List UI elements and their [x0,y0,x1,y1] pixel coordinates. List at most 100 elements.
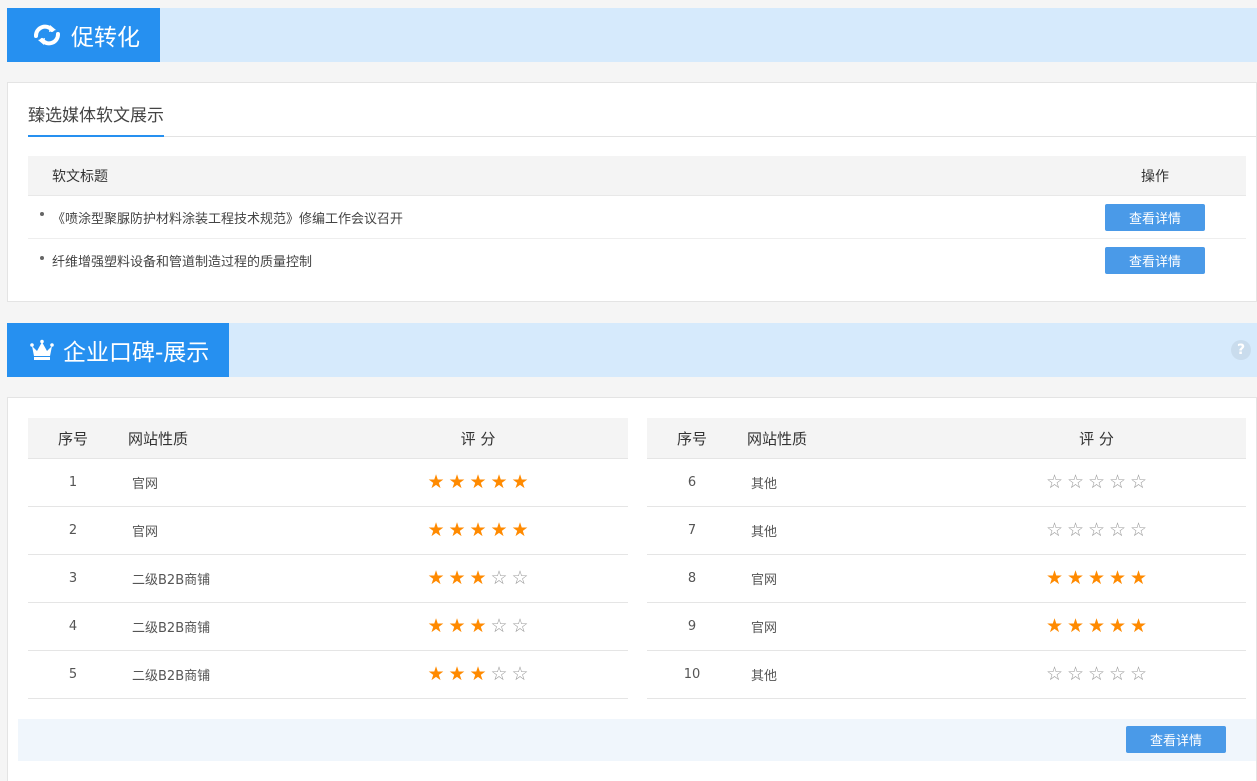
table-row: 《喷涂型聚脲防护材料涂装工程技术规范》修编工作会议召开 查看详情 [28,196,1246,239]
reputation-title: 企业口碑-展示 [63,340,210,366]
star-rating: ★ ★ ★ ☆ ☆ [348,569,628,588]
star-empty-icon: ☆ [1087,663,1106,685]
star-empty-icon: ☆ [1108,519,1127,541]
header-index: 序号 [676,429,707,448]
row-index: 3 [68,571,78,586]
header-score: 评 分 [1079,429,1114,448]
row-site-type: 二级B2B商铺 [132,573,211,588]
row-index: 7 [687,523,697,538]
star-filled-icon: ★ [1108,615,1127,637]
star-empty-icon: ☆ [490,567,508,589]
subtitle-tabs: 臻选媒体软文展示 [28,105,1256,137]
table-row: 1 官网 ★ ★ ★ ★ ★ [28,459,628,507]
rating-table-left: 序号 网站性质 评 分 1 官网 ★ ★ ★ ★ ★ 2 官网 ★ ★ ★ ★ ★ 3 二级B2B商铺 ★ ★ ★ ☆… [28,418,628,699]
star-filled-icon: ★ [469,615,487,637]
star-filled-icon: ★ [427,663,445,685]
article-title[interactable]: 《喷涂型聚脲防护材料涂装工程技术规范》修编工作会议召开 [52,208,403,227]
rating-table-header: 序号 网站性质 评 分 [28,418,628,459]
view-details-button[interactable]: 查看详情 [1126,726,1226,753]
header-score: 评 分 [460,429,496,448]
table-row: 2 官网 ★ ★ ★ ★ ★ [28,507,628,555]
star-filled-icon: ★ [1066,615,1085,637]
star-filled-icon: ★ [1129,615,1148,637]
star-empty-icon: ☆ [1087,471,1106,493]
star-empty-icon: ☆ [490,663,508,685]
header-index: 序号 [57,429,88,448]
star-empty-icon: ☆ [1129,663,1148,685]
article-title[interactable]: 纤维增强塑料设备和管道制造过程的质量控制 [52,251,312,270]
star-filled-icon: ★ [511,471,529,493]
star-filled-icon: ★ [427,471,445,493]
star-filled-icon: ★ [1108,567,1127,589]
row-site-type: 官网 [132,525,159,540]
row-site-type: 其他 [751,477,778,492]
conversion-title: 促转化 [71,25,140,51]
reputation-tab: 企业口碑-展示 [7,323,230,377]
view-details-button[interactable]: 查看详情 [1105,247,1205,274]
row-index: 10 [683,667,701,682]
table-row: 7 其他 ☆ ☆ ☆ ☆ ☆ [647,507,1246,555]
star-filled-icon: ★ [1087,567,1106,589]
row-site-type: 官网 [132,477,159,492]
table-row: 4 二级B2B商铺 ★ ★ ★ ☆ ☆ [28,603,628,651]
conversion-tab: 促转化 [7,8,160,62]
reputation-card: 序号 网站性质 评 分 1 官网 ★ ★ ★ ★ ★ 2 官网 ★ ★ ★ ★ ★ 3 二级B2B商铺 ★ ★ ★ ☆… [7,397,1257,781]
crown-icon [29,334,55,366]
star-empty-icon: ☆ [511,663,529,685]
star-rating: ★ ★ ★ ☆ ☆ [348,617,628,636]
row-index: 5 [68,667,78,682]
star-filled-icon: ★ [1087,615,1106,637]
header-article-title: 软文标题 [52,168,108,185]
tab-featured-articles[interactable]: 臻选媒体软文展示 [28,105,164,137]
star-filled-icon: ★ [448,519,466,541]
star-filled-icon: ★ [469,663,487,685]
row-index: 6 [687,475,697,490]
star-filled-icon: ★ [1045,615,1064,637]
star-filled-icon: ★ [448,615,466,637]
article-table-header: 软文标题 操作 [28,156,1246,196]
star-filled-icon: ★ [469,471,487,493]
star-filled-icon: ★ [427,615,445,637]
table-row: 9 官网 ★ ★ ★ ★ ★ [647,603,1246,651]
star-filled-icon: ★ [511,519,529,541]
star-rating: ★ ★ ★ ★ ★ [348,521,628,540]
table-row: 纤维增强塑料设备和管道制造过程的质量控制 查看详情 [28,239,1246,282]
row-site-type: 二级B2B商铺 [132,621,211,636]
star-filled-icon: ★ [448,663,466,685]
star-filled-icon: ★ [1066,567,1085,589]
star-empty-icon: ☆ [1087,519,1106,541]
refresh-cycle-icon [31,19,63,51]
star-empty-icon: ☆ [1066,663,1085,685]
header-site-type: 网站性质 [128,429,189,448]
star-empty-icon: ☆ [1045,519,1064,541]
row-site-type: 官网 [751,573,778,588]
star-empty-icon: ☆ [490,615,508,637]
view-details-button[interactable]: 查看详情 [1105,203,1205,231]
star-empty-icon: ☆ [1045,471,1064,493]
bullet-icon [40,255,44,260]
star-filled-icon: ★ [427,567,445,589]
star-filled-icon: ★ [469,519,487,541]
row-index: 9 [687,619,697,634]
reputation-footer: 查看详情 [18,719,1256,761]
star-empty-icon: ☆ [1129,519,1148,541]
header-site-type: 网站性质 [747,429,808,448]
star-rating: ★ ★ ★ ★ ★ [967,617,1246,636]
rating-table-right: 序号 网站性质 评 分 6 其他 ☆ ☆ ☆ ☆ ☆ 7 其他 ☆ ☆ ☆ ☆ ☆ 8 官网 ★ ★ ★ ★ ★ 9 官网 ★… [647,418,1246,699]
row-site-type: 二级B2B商铺 [132,669,211,684]
table-row: 10 其他 ☆ ☆ ☆ ☆ ☆ [647,651,1246,699]
conversion-banner: 促转化 [7,8,1257,62]
row-site-type: 其他 [751,669,778,684]
star-filled-icon: ★ [490,471,508,493]
reputation-banner: 企业口碑-展示 ? [7,323,1257,377]
row-site-type: 官网 [751,621,778,636]
star-empty-icon: ☆ [1045,663,1064,685]
help-icon[interactable]: ? [1231,340,1251,360]
star-rating: ☆ ☆ ☆ ☆ ☆ [967,473,1246,492]
article-card: 臻选媒体软文展示 软文标题 操作 《喷涂型聚脲防护材料涂装工程技术规范》修编工作… [7,82,1257,302]
star-filled-icon: ★ [490,519,508,541]
star-filled-icon: ★ [448,471,466,493]
rating-table-header: 序号 网站性质 评 分 [647,418,1246,459]
star-rating: ★ ★ ★ ★ ★ [967,569,1246,588]
star-rating: ★ ★ ★ ☆ ☆ [348,665,628,684]
